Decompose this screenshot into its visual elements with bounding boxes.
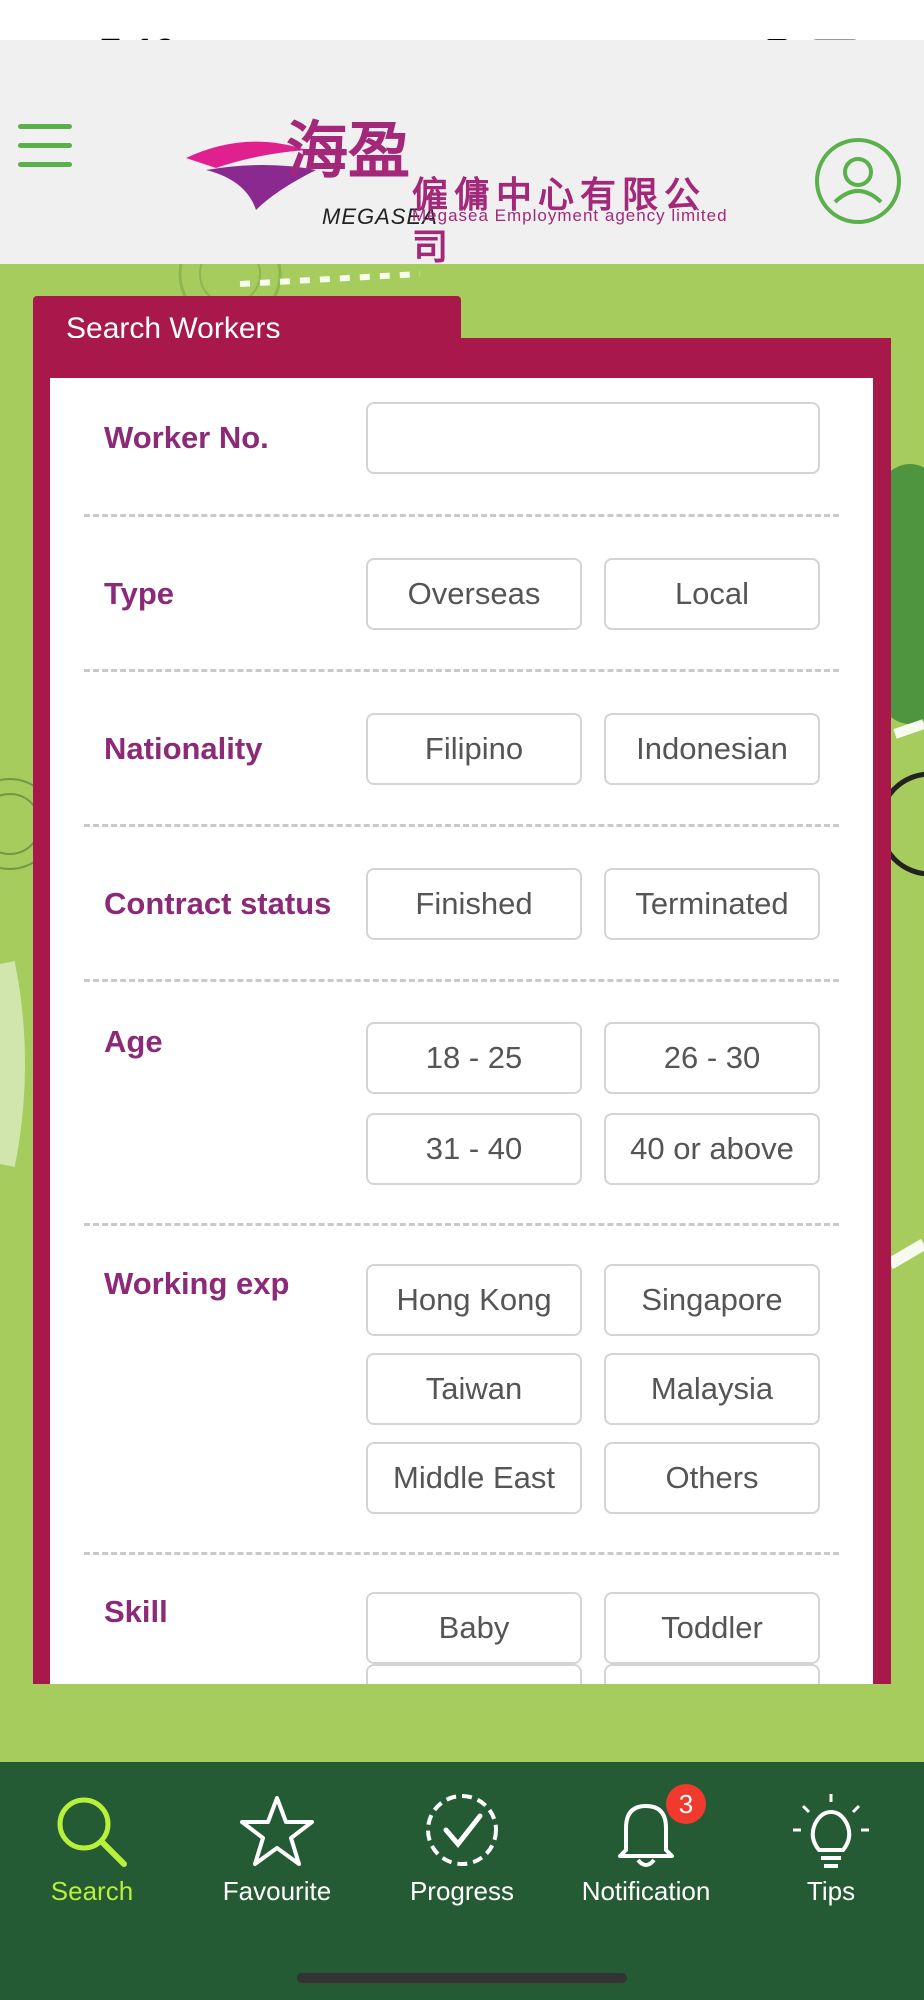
- type-option-overseas[interactable]: Overseas: [366, 558, 582, 630]
- exp-option-middle-east[interactable]: Middle East: [366, 1442, 582, 1514]
- skill-label: Skill: [104, 1594, 168, 1629]
- tab-progress-label: Progress: [409, 1876, 515, 1906]
- user-icon: [833, 157, 883, 204]
- skill-option-baby[interactable]: Baby: [366, 1592, 582, 1664]
- divider: [84, 1552, 839, 1555]
- age-option-40-above[interactable]: 40 or above: [604, 1113, 820, 1185]
- exp-option-taiwan[interactable]: Taiwan: [366, 1353, 582, 1425]
- search-icon: [57, 1797, 127, 1867]
- skill-option-toddler[interactable]: Toddler: [604, 1592, 820, 1664]
- company-logo: 海盈 MEGASEA 僱傭中心有限公司 Megasea Employment a…: [186, 100, 746, 267]
- hamburger-line: [18, 162, 72, 167]
- age-option-18-25[interactable]: 18 - 25: [366, 1022, 582, 1094]
- contract-status-label: Contract status: [104, 886, 332, 921]
- home-indicator: [297, 1973, 627, 1983]
- worker-no-input[interactable]: [366, 402, 820, 474]
- divider: [84, 824, 839, 827]
- nationality-label: Nationality: [104, 731, 263, 766]
- nationality-option-indonesian[interactable]: Indonesian: [604, 713, 820, 785]
- age-label: Age: [104, 1024, 163, 1059]
- worker-no-label: Worker No.: [104, 420, 269, 455]
- divider: [84, 979, 839, 982]
- tab-notification[interactable]: 3 Notification: [554, 1784, 738, 1922]
- logo-english-name: Megasea Employment agency limited: [412, 206, 728, 225]
- exp-option-malaysia[interactable]: Malaysia: [604, 1353, 820, 1425]
- tab-favourite[interactable]: Favourite: [185, 1792, 369, 1922]
- profile-button[interactable]: [815, 138, 901, 224]
- contract-option-finished[interactable]: Finished: [366, 868, 582, 940]
- app-header: 海盈 MEGASEA 僱傭中心有限公司 Megasea Employment a…: [0, 40, 924, 267]
- age-option-31-40[interactable]: 31 - 40: [366, 1113, 582, 1185]
- exp-option-others[interactable]: Others: [604, 1442, 820, 1514]
- status-bar: 7:19: [0, 0, 924, 74]
- progress-check-icon: [426, 1794, 498, 1866]
- tab-search[interactable]: Search: [0, 1792, 184, 1922]
- tab-notification-label: Notification: [581, 1876, 711, 1906]
- divider: [84, 514, 839, 517]
- contract-option-terminated[interactable]: Terminated: [604, 868, 820, 940]
- type-label: Type: [104, 576, 175, 611]
- skill-option-partial[interactable]: [366, 1664, 582, 1684]
- tab-tips[interactable]: Tips: [739, 1792, 923, 1922]
- search-form: Worker No. Type Overseas Local Nationali…: [50, 378, 873, 1684]
- skill-option-partial[interactable]: [604, 1664, 820, 1684]
- notification-badge: 3: [666, 1784, 706, 1824]
- divider: [84, 669, 839, 672]
- menu-button[interactable]: [18, 124, 72, 168]
- bottom-tab-bar: Search Favourite Progress 3 Notification: [0, 1762, 924, 2000]
- tab-search-label: Search: [50, 1876, 134, 1906]
- age-option-26-30[interactable]: 26 - 30: [604, 1022, 820, 1094]
- lightbulb-icon: [793, 1794, 869, 1868]
- exp-option-hong-kong[interactable]: Hong Kong: [366, 1264, 582, 1336]
- tab-progress[interactable]: Progress: [370, 1792, 554, 1922]
- nationality-option-filipino[interactable]: Filipino: [366, 713, 582, 785]
- working-exp-label: Working exp: [104, 1266, 290, 1301]
- tab-favourite-label: Favourite: [222, 1876, 332, 1906]
- logo-chinese-name: 海盈: [286, 114, 411, 187]
- divider: [84, 1223, 839, 1226]
- hamburger-line: [18, 124, 72, 129]
- exp-option-singapore[interactable]: Singapore: [604, 1264, 820, 1336]
- hamburger-line: [18, 143, 72, 148]
- tab-tips-label: Tips: [806, 1876, 856, 1906]
- star-icon: [240, 1796, 314, 1866]
- type-option-local[interactable]: Local: [604, 558, 820, 630]
